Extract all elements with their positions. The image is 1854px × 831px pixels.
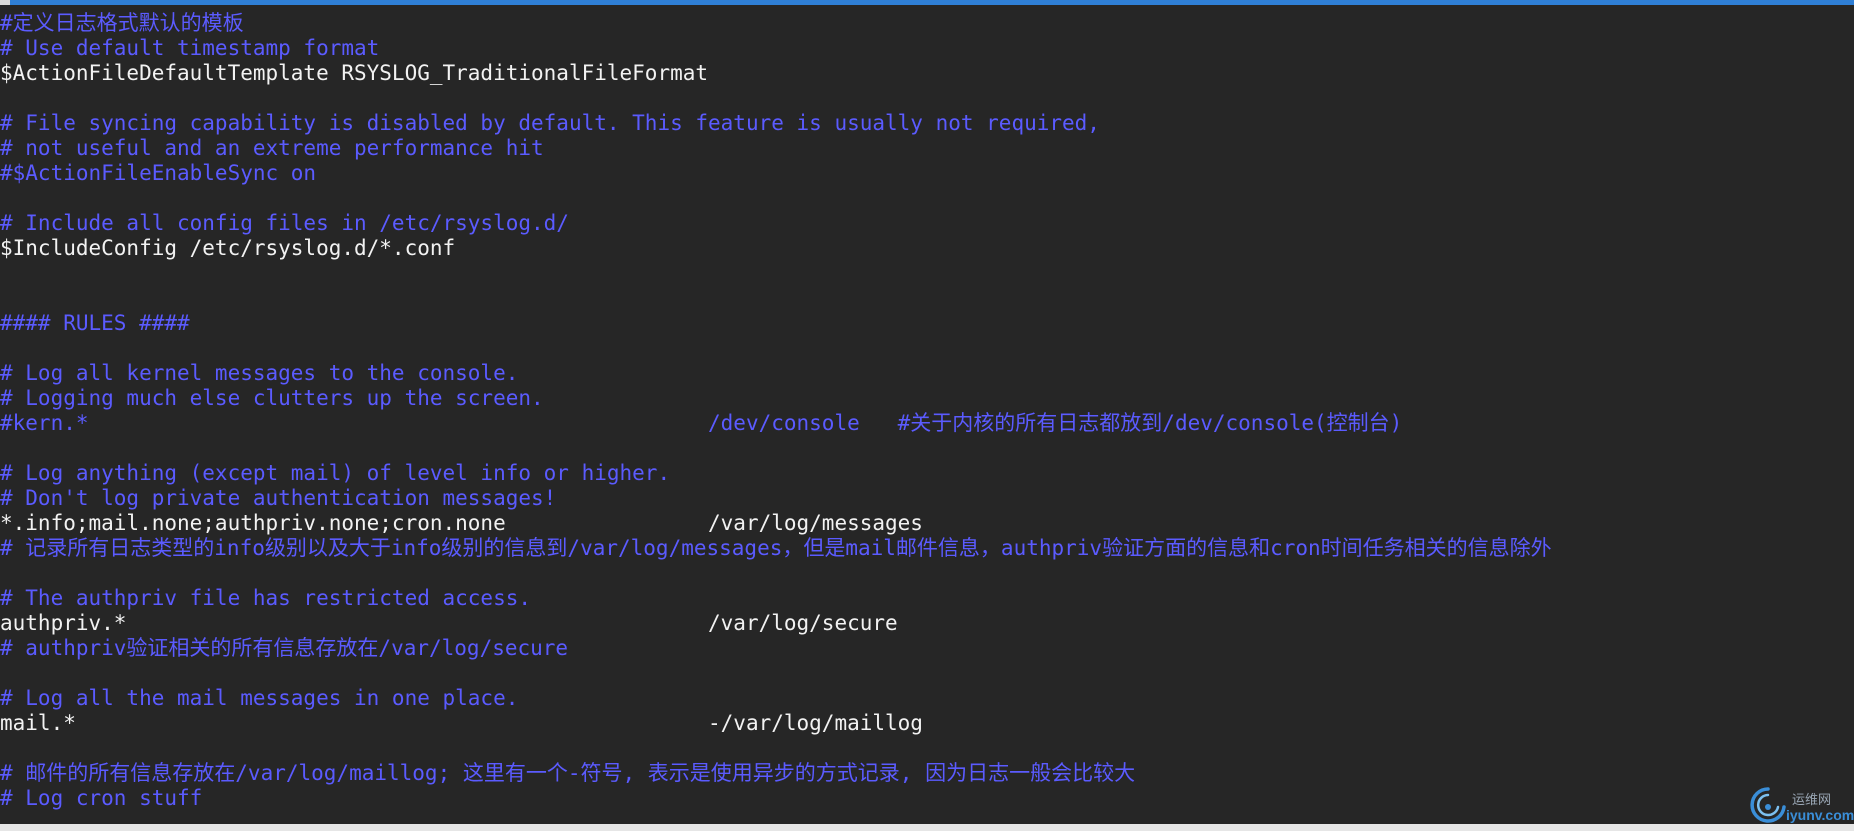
comment-line: # Use default timestamp format [0,36,380,60]
comment-line: # authpriv验证相关的所有信息存放在/var/log/secure [0,636,569,660]
title-bar-edge [0,0,10,5]
watermark-domain: iyunv.com [1786,807,1854,823]
comment-line: # Log all kernel messages to the console… [0,361,519,385]
comment-line: # 记录所有日志类型的info级别以及大于info级别的信息到/var/log/… [0,536,1552,560]
watermark-site-name: 运维网 [1792,793,1832,808]
swirl-logo-icon [1750,787,1786,823]
config-file-editor[interactable]: #定义日志格式默认的模板 # Use default timestamp form… [0,11,1854,819]
comment-line: # Don't log private authentication messa… [0,486,557,510]
code-line: $ActionFileDefaultTemplate RSYSLOG_Tradi… [0,61,709,85]
code-line: $IncludeConfig /etc/rsyslog.d/*.conf [0,236,456,260]
comment-line: # not useful and an extreme performance … [0,136,544,160]
comment-line: #$ActionFileEnableSync on [0,161,317,185]
code-line: *.info;mail.none;authpriv.none;cron.none… [0,511,923,535]
comment-line: # Include all config files in /etc/rsysl… [0,211,569,235]
comment-line: #### RULES #### [0,311,190,335]
comment-line: #定义日志格式默认的模板 [0,11,244,35]
comment-line: #kern.* /dev/console #关于内核的所有日志都放到/dev/c… [0,411,1403,435]
site-watermark: 运维网 iyunv.com [1748,783,1854,827]
code-line: mail.* -/var/log/maillog [0,711,923,735]
title-accent-bar [0,0,1854,5]
comment-line: # Log all the mail messages in one place… [0,686,519,710]
comment-line: # The authpriv file has restricted acces… [0,586,532,610]
comment-line: # File syncing capability is disabled by… [0,111,1100,135]
terminal-window: #定义日志格式默认的模板 # Use default timestamp form… [0,0,1854,831]
status-bar [0,824,1854,831]
comment-line: # Logging much else clutters up the scre… [0,386,544,410]
comment-line: # Log cron stuff [0,786,203,810]
comment-line: # Log anything (except mail) of level in… [0,461,671,485]
comment-line: # 邮件的所有信息存放在/var/log/maillog; 这里有一个-符号, … [0,761,1136,785]
code-line: authpriv.* /var/log/secure [0,611,898,635]
